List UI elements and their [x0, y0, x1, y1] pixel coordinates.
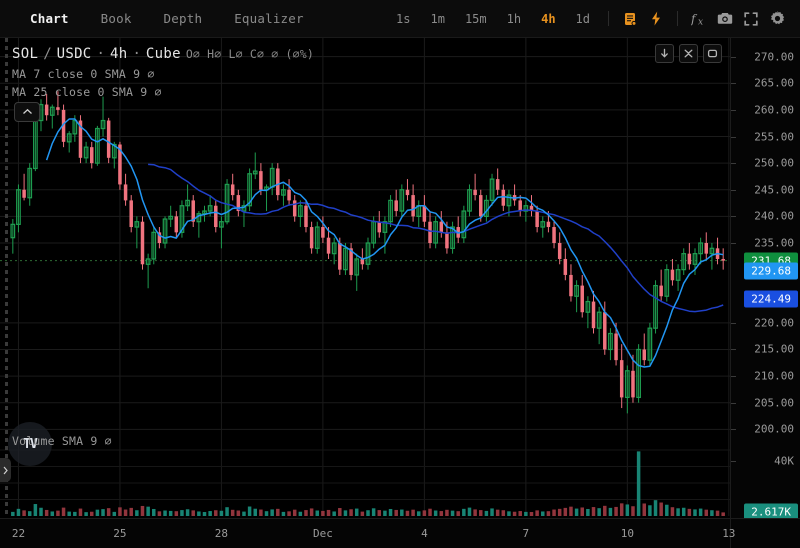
chart-region: SOL / USDC · 4h · Cube O⌀ H⌀ L⌀ C⌀ ⌀ (⌀%… — [0, 38, 800, 518]
ma-fast-badge[interactable]: 229.68 — [744, 262, 798, 280]
timeframe-15m[interactable]: 15m — [455, 9, 497, 29]
price-axis-tick — [731, 136, 736, 138]
price-axis-label: 260.00 — [754, 103, 794, 117]
tradingview-watermark-logo: TV — [8, 422, 52, 466]
timeframe-1m[interactable]: 1m — [421, 9, 455, 29]
time-axis-label: 10 — [620, 527, 634, 540]
scroll-to-realtime-icon[interactable] — [655, 44, 674, 63]
price-axis-label: 250.00 — [754, 156, 794, 170]
view-tabs: Chart Book Depth Equalizer — [0, 11, 320, 26]
time-axis-label: Dec — [312, 527, 333, 540]
price-axis-label: 255.00 — [754, 130, 794, 143]
time-axis[interactable]: 22 25 28 Dec 4 7 10 13 — [0, 518, 800, 548]
gear-icon[interactable] — [764, 7, 790, 31]
time-axis-corner — [730, 519, 800, 548]
chart-pane-buttons — [655, 44, 722, 63]
price-axis-label: 210.00 — [754, 369, 794, 383]
price-axis-tick — [731, 402, 736, 404]
price-axis-label: 205.00 — [754, 396, 794, 410]
price-axis-tick — [731, 376, 736, 378]
volume-value-badge[interactable]: 2.617K — [744, 503, 798, 518]
price-axis-label: 265.00 — [754, 76, 794, 90]
top-toolbar: Chart Book Depth Equalizer 1s 1m 15m 1h 4h 1d f x — [0, 0, 800, 38]
expand-sidebar-icon[interactable] — [0, 458, 11, 482]
price-axis-tick — [731, 56, 736, 58]
tab-depth[interactable]: Depth — [148, 11, 219, 26]
price-axis-label: 240.00 — [754, 209, 794, 223]
camera-icon[interactable] — [712, 7, 738, 31]
svg-text:x: x — [698, 18, 703, 27]
timeframe-1h[interactable]: 1h — [497, 9, 531, 29]
price-axis-label: 200.00 — [754, 422, 794, 436]
price-axis-tick — [731, 109, 736, 111]
tradingview-watermark-text: TV — [23, 436, 38, 452]
price-axis-label: 235.00 — [754, 236, 794, 250]
volume-axis-tick — [731, 461, 736, 462]
price-axis-tick — [731, 349, 736, 351]
price-axis-label: 270.00 — [754, 50, 794, 64]
price-axis-tick — [731, 243, 736, 244]
timeframe-4h[interactable]: 4h — [531, 9, 565, 29]
price-axis-tick — [731, 163, 736, 165]
tab-book[interactable]: Book — [85, 11, 148, 26]
ma-slow-badge[interactable]: 224.49 — [744, 290, 798, 308]
indicators-icon[interactable] — [617, 7, 643, 31]
tab-equalizer[interactable]: Equalizer — [218, 11, 320, 26]
price-axis-label: 215.00 — [754, 342, 794, 356]
price-axis-tick — [731, 83, 736, 85]
time-axis-label: 7 — [522, 527, 530, 540]
time-axis-label: 22 — [11, 527, 26, 540]
time-axis-label: 28 — [214, 527, 229, 540]
toolbar-right-group: 1s 1m 15m 1h 4h 1d f x — [386, 7, 800, 31]
collapse-pane-icon[interactable] — [679, 44, 698, 63]
plot-column[interactable]: SOL / USDC · 4h · Cube O⌀ H⌀ L⌀ C⌀ ⌀ (⌀%… — [0, 38, 730, 518]
price-axis-tick — [731, 429, 736, 431]
fx-icon[interactable]: fx — [686, 7, 712, 31]
tab-chart[interactable]: Chart — [14, 11, 85, 26]
maximize-pane-icon[interactable] — [703, 44, 722, 63]
price-axis-tick — [731, 322, 736, 324]
time-axis-label: 4 — [421, 527, 428, 540]
trading-chart-app: Chart Book Depth Equalizer 1s 1m 15m 1h 4h 1d f x … — [0, 0, 800, 548]
volume-series — [11, 451, 725, 516]
price-axis-label: 220.00 — [754, 316, 794, 330]
svg-text:f: f — [691, 12, 698, 26]
timeframe-1d[interactable]: 1d — [566, 9, 600, 29]
lightning-icon[interactable] — [643, 7, 669, 31]
price-axis-tick — [731, 216, 736, 218]
timeframe-1s[interactable]: 1s — [386, 9, 420, 29]
toolbar-divider-2 — [677, 11, 678, 26]
volume-axis-label: 40K — [774, 454, 794, 468]
price-axis-tick — [731, 189, 736, 191]
price-axis-label: 245.00 — [754, 183, 794, 197]
toolbar-divider-1 — [608, 11, 609, 26]
fullscreen-icon[interactable] — [738, 7, 764, 31]
time-axis-label: 13 — [722, 527, 736, 540]
time-axis-label: 25 — [113, 527, 127, 540]
collapse-legend-icon[interactable] — [14, 102, 40, 122]
price-axis[interactable]: 270.00 265.00 260.00 255.00 250.00 245.00 240.… — [730, 38, 800, 518]
